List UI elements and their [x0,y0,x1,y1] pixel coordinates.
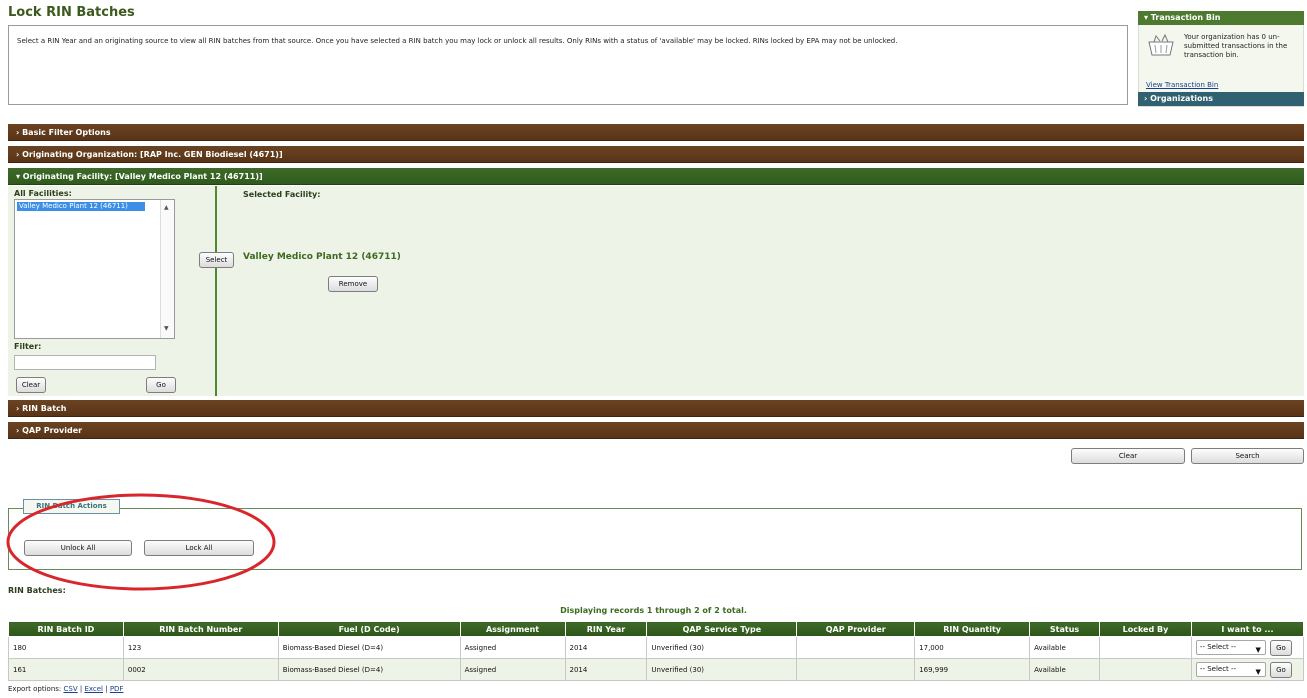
cell-batch-number: 0002 [122,658,279,681]
column-header[interactable]: Assignment [459,621,566,637]
chevron-down-icon: ▼ [1255,646,1261,654]
i-want-to-select[interactable]: -- Select -- ▼ [1195,640,1266,655]
scroll-up-icon[interactable]: ▲ [164,204,169,211]
table-row[interactable]: 161 0002 Biomass-Based Diesel (D=4) Assi… [8,658,1305,681]
search-button[interactable]: Search [1191,448,1304,464]
selected-facility-label: Selected Facility: [243,190,321,199]
column-header[interactable]: RIN Batch Number [122,621,279,637]
export-excel-link[interactable]: Excel [84,685,103,693]
go-filter-button[interactable]: Go [146,377,176,393]
cell-qap-provider [796,658,916,681]
originating-facility-bar[interactable]: ▾ Originating Facility: [Valley Medico P… [8,168,1304,185]
panel-divider [215,186,217,396]
filter-label: Filter: [14,342,42,351]
row-go-button[interactable]: Go [1269,661,1292,678]
cell-batch-number: 123 [122,636,279,659]
row-go-button[interactable]: Go [1269,639,1292,656]
rin-batch-bar[interactable]: › RIN Batch [8,400,1304,417]
cell-qap-type: Unverified (30) [646,636,798,659]
basic-filter-options-bar[interactable]: › Basic Filter Options [8,124,1304,141]
cell-rin-year: 2014 [564,658,648,681]
column-header[interactable]: QAP Provider [796,621,916,637]
page-description: Select a RIN Year and an originating sou… [8,25,1128,105]
column-header[interactable]: QAP Service Type [646,621,798,637]
cell-fuel: Biomass-Based Diesel (D=4) [277,658,461,681]
facility-panel [8,186,1304,396]
cell-qap-provider [796,636,916,659]
basket-icon [1148,33,1174,56]
page-title: Lock RIN Batches [8,5,135,20]
column-header[interactable]: Status [1029,621,1101,637]
select-facility-button[interactable]: Select [199,252,234,268]
export-pdf-link[interactable]: PDF [110,685,124,693]
records-display-text: Displaying records 1 through 2 of 2 tota… [560,606,747,615]
originating-organization-bar[interactable]: › Originating Organization: [RAP Inc. GE… [8,146,1304,163]
column-header[interactable]: Locked By [1099,621,1192,637]
rin-batches-table: RIN Batch ID RIN Batch Number Fuel (D Co… [8,621,1305,681]
export-label: Export options: [8,685,62,693]
cell-quantity: 17,000 [914,636,1031,659]
cell-status: Available [1029,658,1101,681]
listbox-scrollbar[interactable]: ▲ ▼ [160,200,174,338]
transaction-bin-message: Your organization has 0 un-submitted tra… [1184,33,1288,59]
select-value: -- Select -- [1199,643,1237,651]
cell-locked-by [1099,658,1192,681]
qap-provider-bar[interactable]: › QAP Provider [8,422,1304,439]
i-want-to-select[interactable]: -- Select -- ▼ [1195,662,1266,677]
selected-facility-name: Valley Medico Plant 12 (46711) [243,252,401,262]
all-facilities-listbox[interactable]: Valley Medico Plant 12 (46711) ▲ ▼ [14,199,175,339]
table-row[interactable]: 180 123 Biomass-Based Diesel (D=4) Assig… [8,636,1305,659]
cell-actions: -- Select -- ▼ Go [1190,658,1305,681]
cell-batch-id: 161 [8,658,124,681]
scroll-down-icon[interactable]: ▼ [164,325,169,332]
column-header[interactable]: RIN Year [564,621,648,637]
column-header[interactable]: RIN Quantity [914,621,1031,637]
list-item[interactable]: Valley Medico Plant 12 (46711) [17,202,145,211]
annotation-ellipse [6,493,276,591]
cell-rin-year: 2014 [564,636,648,659]
cell-quantity: 169,999 [914,658,1031,681]
cell-fuel: Biomass-Based Diesel (D=4) [277,636,461,659]
view-transaction-bin-link[interactable]: View Transaction Bin [1146,81,1218,89]
cell-assignment: Assigned [459,636,566,659]
organizations-header[interactable]: › Organizations [1138,92,1304,106]
column-header[interactable]: RIN Batch ID [8,621,124,637]
export-csv-link[interactable]: CSV [64,685,78,693]
filter-input[interactable] [14,355,156,370]
cell-batch-id: 180 [8,636,124,659]
cell-qap-type: Unverified (30) [646,658,798,681]
select-value: -- Select -- [1199,665,1237,673]
remove-facility-button[interactable]: Remove [328,276,378,292]
cell-actions: -- Select -- ▼ Go [1190,636,1305,659]
cell-assignment: Assigned [459,658,566,681]
cell-locked-by [1099,636,1192,659]
chevron-down-icon: ▼ [1255,668,1261,676]
clear-filter-button[interactable]: Clear [16,377,46,393]
rin-batches-label: RIN Batches: [8,586,66,595]
export-options: Export options: CSV | Excel | PDF [8,685,124,693]
clear-search-button[interactable]: Clear [1071,448,1185,464]
column-header: I want to ... [1190,621,1305,637]
all-facilities-label: All Facilities: [14,189,72,198]
cell-status: Available [1029,636,1101,659]
transaction-bin-header[interactable]: ▾ Transaction Bin [1138,11,1304,25]
column-header[interactable]: Fuel (D Code) [277,621,461,637]
